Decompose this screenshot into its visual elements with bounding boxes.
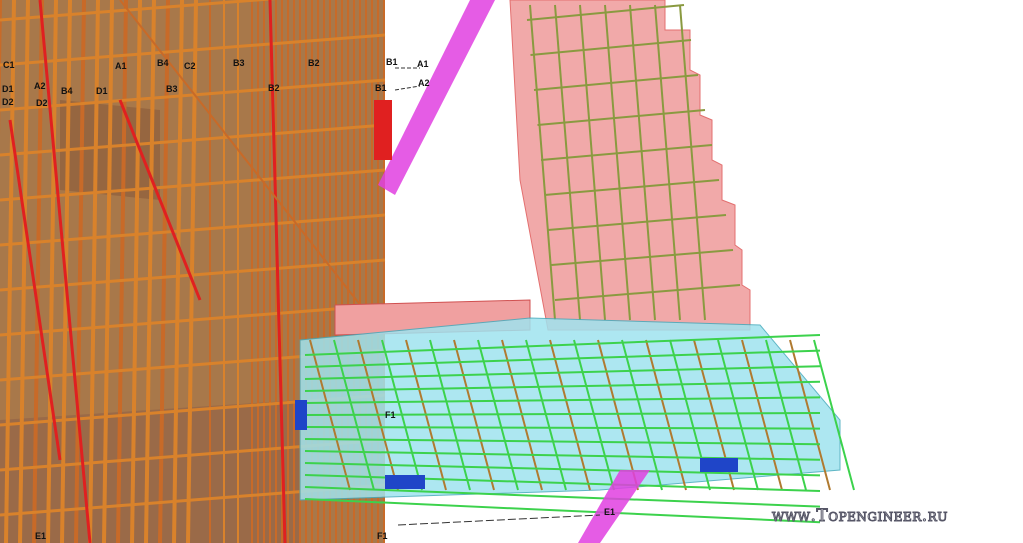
axis-label: A1 (417, 59, 429, 69)
blue-connector (700, 458, 738, 472)
axis-label: B4 (61, 86, 73, 96)
model-canvas[interactable] (0, 0, 1023, 543)
axis-label: A2 (418, 78, 430, 88)
3d-rebar-model-view[interactable]: C1 A1 B4 C2 B3 B2 B1 A1 D1 A2 B4 D1 B3 B… (0, 0, 1023, 543)
axis-line (397, 514, 601, 526)
axis-label: E1 (35, 531, 47, 541)
axis-label: B3 (233, 58, 245, 68)
axis-label: B1 (375, 83, 387, 93)
axis-line (394, 85, 421, 91)
axis-label: C1 (3, 60, 15, 70)
axis-label: B1 (386, 57, 398, 67)
blue-connector (295, 400, 307, 430)
axis-label: C2 (184, 61, 196, 71)
blue-connector (385, 475, 425, 489)
axis-label: A2 (34, 81, 46, 91)
red-column-element (374, 100, 392, 160)
axis-label: B3 (166, 84, 178, 94)
axis-label: B2 (268, 83, 280, 93)
diagonal-beam-top (378, 0, 495, 195)
axis-label: F1 (385, 410, 396, 420)
axis-label: B2 (308, 58, 320, 68)
axis-label: D1 (96, 86, 108, 96)
staircase (509, 0, 751, 331)
axis-label: B4 (157, 58, 169, 68)
axis-label: F1 (377, 531, 388, 541)
axis-label: D1 (2, 84, 14, 94)
watermark: www.Topengineer.ru (772, 506, 948, 527)
axis-label: D2 (36, 98, 48, 108)
axis-label: E1 (604, 507, 616, 517)
axis-label: A1 (115, 61, 127, 71)
axis-label: D2 (2, 97, 14, 107)
